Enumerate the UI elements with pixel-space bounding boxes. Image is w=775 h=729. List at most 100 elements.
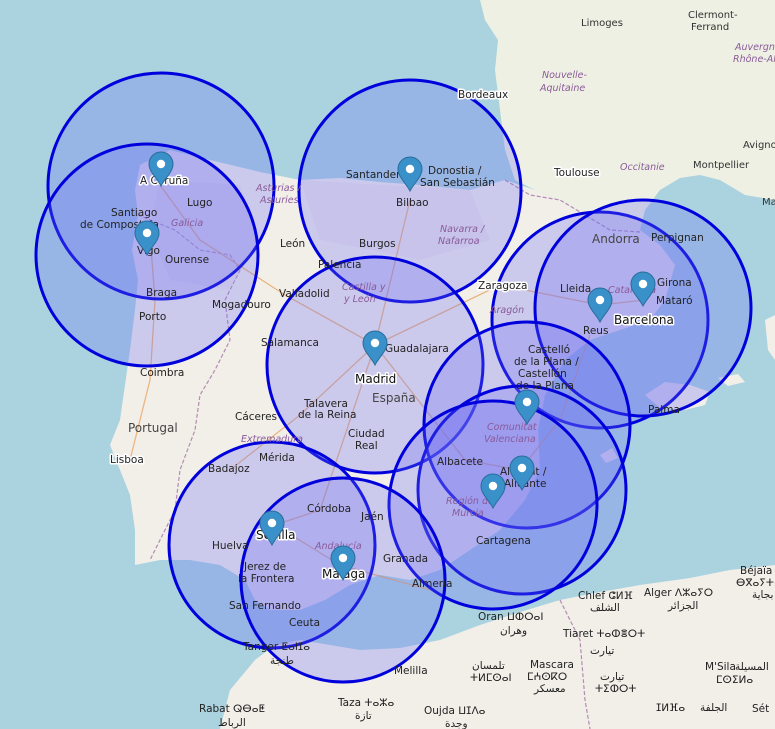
label-nouvelle: Nouvelle- bbox=[542, 70, 588, 81]
label-asturias1: Asturias / bbox=[255, 183, 303, 194]
label-barcelona: Barcelona bbox=[614, 313, 674, 327]
label-limoges: Limoges bbox=[581, 18, 623, 29]
label-burgos: Burgos bbox=[359, 238, 396, 250]
label-tissemsilt: تيارت bbox=[600, 671, 624, 683]
label-oujda: Oujda ⵡⵊⴷⴰ bbox=[424, 705, 486, 717]
label-clermont: Clermont- bbox=[688, 10, 738, 21]
label-ciudad1: Ciudad bbox=[348, 428, 385, 440]
label-aquitaine: Aquitaine bbox=[539, 83, 585, 94]
label-taza: Taza ⵜⴰⵣⴰ bbox=[337, 697, 395, 709]
map-canvas[interactable]: Limoges Clermont- Ferrand Auvergne Rhône… bbox=[0, 0, 775, 729]
label-merida: Mérida bbox=[259, 452, 295, 464]
label-castilla: Castilla y bbox=[342, 282, 386, 293]
label-yleon: y León bbox=[343, 294, 376, 305]
label-huelva: Huelva bbox=[212, 540, 249, 552]
label-msila: M'Sila bbox=[705, 661, 736, 673]
label-regionmurcia2: Murcia bbox=[452, 508, 484, 519]
label-oran: Oran ⵡⵀⵔⴰⵏ bbox=[478, 611, 543, 623]
label-mogadouro: Mogadouro bbox=[212, 299, 271, 311]
label-mataro: Mataró bbox=[656, 295, 693, 307]
label-toulouse: Toulouse bbox=[553, 167, 600, 179]
label-galicia: Galicia bbox=[171, 218, 203, 229]
label-alger-ar: الجزائر bbox=[667, 600, 698, 612]
label-ceuta: Ceuta bbox=[289, 617, 320, 629]
label-tlemcen2: ⵜⵍⵎⵙⴰⵏ bbox=[470, 672, 512, 684]
label-ciudad2: Real bbox=[355, 440, 378, 452]
label-sansebastian: San Sebastián bbox=[420, 177, 495, 189]
label-cartagena: Cartagena bbox=[476, 535, 531, 547]
label-msila2: ⵎⵙⵉⵍⴰ bbox=[716, 674, 753, 686]
label-santander: Santander bbox=[346, 169, 401, 181]
label-portugal: Portugal bbox=[128, 421, 178, 435]
label-coimbra: Coimbra bbox=[140, 367, 184, 379]
label-bilbao: Bilbao bbox=[396, 197, 429, 209]
label-rhone: Rhône-Alpes bbox=[733, 54, 775, 65]
label-sat: Sét bbox=[752, 703, 769, 715]
label-ourense: Ourense bbox=[165, 254, 209, 266]
label-djelfa: ⵊⵍⴼⴰ bbox=[656, 702, 685, 714]
label-chlef: Chlef ⵛⵍⴼ bbox=[578, 590, 633, 602]
label-palencia: Palencia bbox=[318, 259, 361, 271]
label-bordeaux: Bordeaux bbox=[458, 89, 508, 101]
label-mascara: Mascara bbox=[530, 659, 574, 671]
label-tissemsilt2: ⵜⵉⵀⵔⵜ bbox=[595, 683, 636, 695]
label-jaen: Jaén bbox=[360, 511, 384, 523]
label-caceres: Cáceres bbox=[235, 411, 277, 423]
label-cordoba: Córdoba bbox=[307, 503, 351, 515]
label-oujda-ar: وجدة bbox=[445, 718, 468, 729]
label-talavera2: de la Reina bbox=[298, 409, 356, 421]
label-girona: Girona bbox=[657, 277, 692, 289]
label-oran-ar: وهران bbox=[500, 625, 527, 637]
label-guadalajara: Guadalajara bbox=[385, 343, 449, 355]
label-bejaia-ar: بجاية bbox=[752, 589, 773, 601]
label-badajoz: Badajoz bbox=[208, 463, 250, 475]
label-comunitat2: Valenciana bbox=[484, 434, 536, 445]
label-msila-ar: المسيلة bbox=[735, 661, 769, 673]
label-porto: Porto bbox=[139, 311, 166, 323]
label-montpellier: Montpellier bbox=[693, 160, 750, 171]
label-rabat-ar: الرباط bbox=[218, 717, 246, 729]
label-navarra: Navarra / bbox=[440, 224, 486, 235]
label-santiago: Santiago bbox=[111, 207, 157, 219]
label-palma: Palma bbox=[648, 404, 680, 416]
label-tlemcen: تلمسان bbox=[472, 660, 505, 672]
label-donostia: Donostia / bbox=[428, 165, 482, 177]
label-castello3: Castellón bbox=[518, 368, 567, 380]
label-occitanie: Occitanie bbox=[620, 162, 665, 173]
label-chlef-ar: الشلف bbox=[590, 602, 620, 614]
label-jerez2: la Frontera bbox=[238, 573, 294, 585]
label-granada: Granada bbox=[383, 553, 428, 565]
label-bejaia: Béjaïa bbox=[740, 565, 772, 577]
label-lugo: Lugo bbox=[187, 197, 212, 209]
label-albacete: Albacete bbox=[437, 456, 483, 468]
label-sanfernando: San Fernando bbox=[229, 600, 301, 612]
label-almeria: Almería bbox=[412, 578, 452, 590]
label-taza-ar: تازة bbox=[355, 710, 372, 722]
label-jerez1: Jerez de bbox=[243, 561, 286, 573]
label-mascara-ar: معسكر bbox=[533, 683, 566, 695]
label-melilla: Melilla bbox=[394, 665, 428, 677]
map-view[interactable]: Limoges Clermont- Ferrand Auvergne Rhône… bbox=[0, 0, 775, 729]
label-zaragoza: Zaragoza bbox=[478, 280, 527, 292]
label-ma: Ma bbox=[762, 197, 775, 208]
label-braga: Braga bbox=[146, 287, 177, 299]
label-tiaret: Tiaret ⵜⴰⵀⴻⵔⵜ bbox=[562, 628, 645, 640]
label-lisboa: Lisboa bbox=[110, 454, 144, 466]
label-ferrand: Ferrand bbox=[691, 22, 729, 33]
label-castello2: de la Plana / bbox=[514, 356, 579, 368]
label-tiaret-ar: تيارت bbox=[590, 645, 614, 657]
label-tanger-ar: طنجة bbox=[270, 655, 294, 667]
label-extremadura: Extremadura bbox=[241, 434, 303, 445]
label-mascara2: ⵎⵄⵙⴽⵔ bbox=[527, 671, 567, 683]
label-reus: Reus bbox=[583, 325, 608, 337]
label-comunitat1: Comunitat bbox=[487, 422, 538, 433]
label-espana: España bbox=[372, 391, 416, 405]
label-bejaia2: ⴱⴳⴰⵢⵜ bbox=[736, 577, 774, 589]
label-valladolid: Valladolid bbox=[279, 288, 330, 300]
label-aragon: Aragón bbox=[489, 305, 524, 316]
label-alger: Alger ⴷⵣⴰⵢⵔ bbox=[644, 587, 713, 599]
label-salamanca: Salamanca bbox=[261, 337, 319, 349]
label-lleida: Lleida bbox=[560, 283, 591, 295]
label-nafarroa: Nafarroa bbox=[438, 236, 480, 247]
label-asturias2: Asturies bbox=[259, 195, 299, 206]
